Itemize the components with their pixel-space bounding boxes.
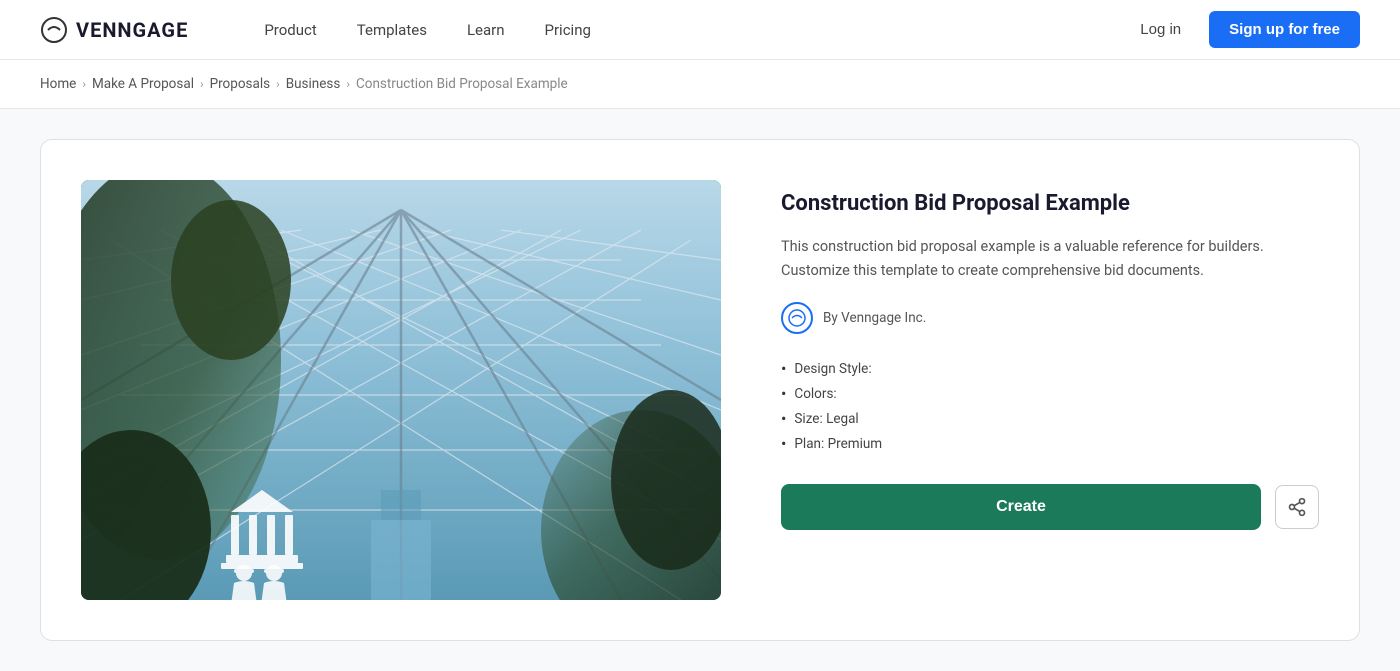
template-description: This construction bid proposal example i… xyxy=(781,235,1319,283)
main-content: Construction Bid Proposal Example This c… xyxy=(0,109,1400,671)
breadcrumb-bar: Home › Make A Proposal › Proposals › Bus… xyxy=(0,60,1400,109)
author-avatar xyxy=(781,302,813,334)
venngage-author-icon xyxy=(787,308,807,328)
breadcrumb-sep-2: › xyxy=(200,77,204,91)
nav-learn[interactable]: Learn xyxy=(451,13,521,47)
login-button[interactable]: Log in xyxy=(1124,13,1197,46)
template-image-bg xyxy=(81,180,721,600)
signup-button[interactable]: Sign up for free xyxy=(1209,11,1360,48)
share-button[interactable] xyxy=(1275,485,1319,529)
create-button[interactable]: Create xyxy=(781,484,1261,530)
breadcrumb-sep-4: › xyxy=(346,77,350,91)
nav-actions: Log in Sign up for free xyxy=(1124,11,1360,48)
breadcrumb-current: Construction Bid Proposal Example xyxy=(356,76,568,92)
navbar: VENNGAGE Product Templates Learn Pricing… xyxy=(0,0,1400,60)
share-icon xyxy=(1287,497,1307,517)
nav-links: Product Templates Learn Pricing xyxy=(248,13,1124,47)
template-title: Construction Bid Proposal Example xyxy=(781,190,1319,219)
nav-templates[interactable]: Templates xyxy=(341,13,443,47)
venngage-logo-icon xyxy=(40,16,68,44)
breadcrumb-business[interactable]: Business xyxy=(286,76,341,92)
breadcrumb-sep-1: › xyxy=(82,77,86,91)
template-info: Construction Bid Proposal Example This c… xyxy=(781,180,1319,530)
nav-product[interactable]: Product xyxy=(248,13,332,47)
meta-size: Size: Legal xyxy=(781,406,1319,431)
author-name: By Venngage Inc. xyxy=(823,310,926,326)
author-row: By Venngage Inc. xyxy=(781,302,1319,334)
breadcrumb: Home › Make A Proposal › Proposals › Bus… xyxy=(40,76,1360,92)
breadcrumb-make-proposal[interactable]: Make A Proposal xyxy=(92,76,194,92)
breadcrumb-proposals[interactable]: Proposals xyxy=(210,76,271,92)
nav-pricing[interactable]: Pricing xyxy=(529,13,607,47)
meta-plan: Plan: Premium xyxy=(781,431,1319,456)
action-row: Create xyxy=(781,484,1319,530)
meta-colors: Colors: xyxy=(781,381,1319,406)
breadcrumb-home[interactable]: Home xyxy=(40,76,76,92)
breadcrumb-sep-3: › xyxy=(276,77,280,91)
logo-link[interactable]: VENNGAGE xyxy=(40,16,188,44)
glass-roof-svg xyxy=(81,180,721,600)
meta-list: Design Style: Colors: Size: Legal Plan: … xyxy=(781,356,1319,456)
template-card: Construction Bid Proposal Example This c… xyxy=(40,139,1360,641)
template-image-wrapper xyxy=(81,180,721,600)
brand-name: VENNGAGE xyxy=(76,18,188,42)
meta-design-style: Design Style: xyxy=(781,356,1319,381)
